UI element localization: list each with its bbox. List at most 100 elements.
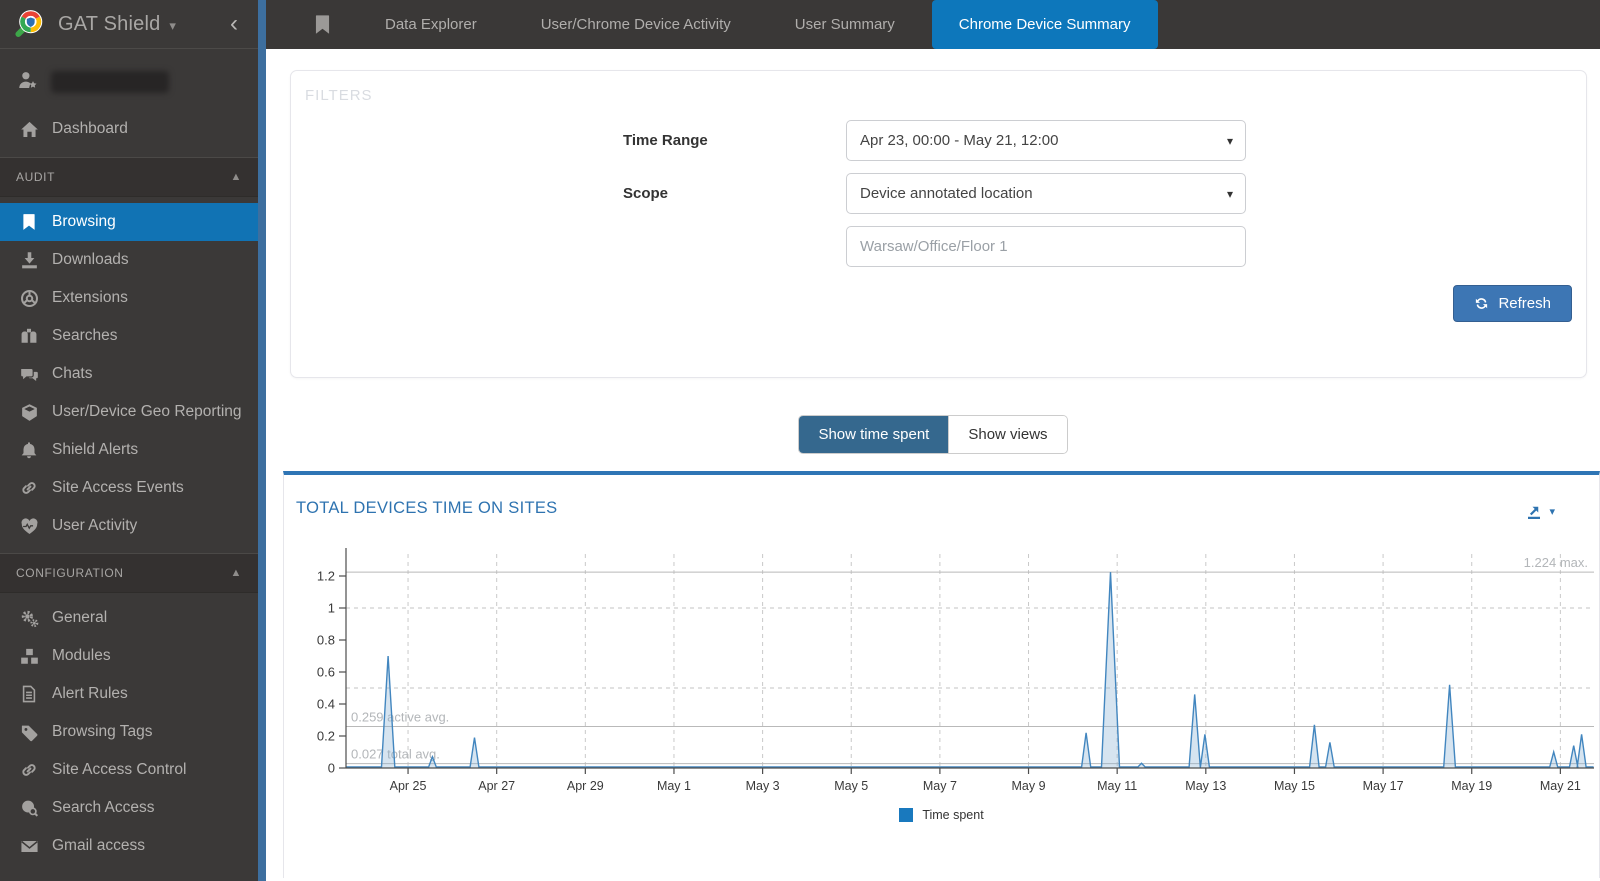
- svg-text:May 13: May 13: [1185, 779, 1226, 793]
- nav-tabs: Data Explorer User/Chrome Device Activity…: [358, 0, 1158, 49]
- sidebar-item-label: Dashboard: [52, 120, 128, 137]
- time-range-label: Time Range: [623, 132, 708, 149]
- tab-data-explorer[interactable]: Data Explorer: [358, 0, 504, 49]
- sidebar-item-label: Browsing Tags: [52, 723, 153, 740]
- time-on-sites-chart: Apr 25 Apr 27 Apr 29 May 1 May 3 May 5 May 7 Ma…: [317, 548, 1594, 793]
- binoculars-icon: [18, 326, 40, 346]
- location-input[interactable]: [846, 226, 1246, 267]
- sidebar-collapse-icon[interactable]: ‹: [224, 12, 244, 36]
- cubes-icon: [18, 646, 40, 666]
- sidebar-item-shield-alerts[interactable]: Shield Alerts: [0, 431, 258, 469]
- scope-select[interactable]: Device annotated location ▾: [846, 173, 1246, 214]
- section-label: CONFIGURATION: [16, 566, 124, 580]
- accent-strip: [258, 0, 266, 881]
- gat-shield-logo-icon: [14, 9, 44, 39]
- bookmark-icon: [18, 212, 40, 232]
- brand-title[interactable]: GAT Shield: [58, 13, 160, 36]
- sidebar-item-site-access-control[interactable]: Site Access Control: [0, 751, 258, 789]
- sidebar-item-label: Gmail access: [52, 837, 146, 854]
- sidebar-item-user-device-geo-reporting[interactable]: User/Device Geo Reporting: [0, 393, 258, 431]
- sidebar-item-label: Alert Rules: [52, 685, 128, 702]
- chrome-icon: [18, 288, 40, 308]
- scope-value: Device annotated location: [860, 185, 1033, 202]
- time-range-row: Time Range Apr 23, 00:00 - May 21, 12:00…: [305, 120, 1572, 161]
- refresh-label: Refresh: [1498, 295, 1551, 312]
- svg-text:May 11: May 11: [1097, 779, 1137, 793]
- search-globe-icon: [18, 798, 40, 818]
- tab-user-chrome-device-activity[interactable]: User/Chrome Device Activity: [514, 0, 758, 49]
- sidebar-item-label: Searches: [52, 327, 118, 344]
- svg-text:Apr 27: Apr 27: [478, 779, 515, 793]
- sidebar-item-gmail-access[interactable]: Gmail access: [0, 827, 258, 865]
- chevron-down-icon: ▾: [1226, 133, 1233, 148]
- sidebar: GAT Shield ▾ ‹ Dashboard AUDIT ▲ Browsin…: [0, 0, 258, 881]
- sidebar-item-label: Shield Alerts: [52, 441, 139, 458]
- sidebar-item-browsing-tags[interactable]: Browsing Tags: [0, 713, 258, 751]
- heartbeat-icon: [18, 516, 40, 536]
- gears-icon: [18, 608, 40, 628]
- sidebar-item-label: Browsing: [52, 213, 116, 230]
- sidebar-item-label: User/Device Geo Reporting: [52, 403, 242, 420]
- refresh-row: Refresh: [305, 285, 1572, 322]
- filters-panel: FILTERS Time Range Apr 23, 00:00 - May 2…: [290, 70, 1587, 378]
- sidebar-item-dashboard[interactable]: Dashboard: [0, 109, 258, 149]
- tag-icon: [18, 722, 40, 742]
- sidebar-section-audit[interactable]: AUDIT ▲: [0, 157, 258, 197]
- sidebar-item-downloads[interactable]: Downloads: [0, 241, 258, 279]
- tab-user-summary[interactable]: User Summary: [768, 0, 922, 49]
- sidebar-item-modules[interactable]: Modules: [0, 637, 258, 675]
- legend-swatch: [899, 808, 914, 822]
- sidebar-item-site-access-events[interactable]: Site Access Events: [0, 469, 258, 507]
- main-content: Data Explorer User/Chrome Device Activity…: [266, 0, 1600, 881]
- export-icon: [1528, 506, 1541, 519]
- sidebar-section-configuration[interactable]: CONFIGURATION ▲: [0, 553, 258, 593]
- sidebar-item-extensions[interactable]: Extensions: [0, 279, 258, 317]
- sidebar-item-label: Site Access Control: [52, 761, 187, 778]
- section-label: AUDIT: [16, 170, 55, 184]
- sidebar-item-label: Downloads: [52, 251, 129, 268]
- sidebar-item-label: User Activity: [52, 517, 138, 534]
- sidebar-item-alert-rules[interactable]: Alert Rules: [0, 675, 258, 713]
- svg-text:May 17: May 17: [1363, 779, 1404, 793]
- sidebar-item-browsing[interactable]: Browsing: [0, 203, 258, 241]
- user-star-icon: [18, 70, 40, 95]
- show-views-button[interactable]: Show views: [948, 416, 1067, 453]
- sidebar-item-general[interactable]: General: [0, 599, 258, 637]
- chevron-down-icon: ▾: [1226, 186, 1233, 201]
- sidebar-item-label: Extensions: [52, 289, 128, 306]
- svg-text:0.027 total avg.: 0.027 total avg.: [351, 747, 440, 762]
- svg-text:May 15: May 15: [1274, 779, 1315, 793]
- configuration-items: General Modules Alert Rules Browsing Tags Si…: [0, 593, 258, 869]
- audit-items: Browsing Downloads Extensions Searches Chats…: [0, 197, 258, 549]
- svg-text:1.2: 1.2: [317, 569, 335, 584]
- time-range-select[interactable]: Apr 23, 00:00 - May 21, 12:00 ▾: [846, 120, 1246, 161]
- brand-caret-down-icon[interactable]: ▾: [169, 18, 176, 34]
- svg-text:1: 1: [328, 601, 335, 616]
- sidebar-item-searches[interactable]: Searches: [0, 317, 258, 355]
- chart-legend: Time spent: [284, 808, 1599, 822]
- svg-text:May 9: May 9: [1012, 779, 1046, 793]
- tab-chrome-device-summary[interactable]: Chrome Device Summary: [931, 0, 1158, 49]
- filters-title: FILTERS: [305, 87, 373, 104]
- sidebar-item-label: Site Access Events: [52, 479, 184, 496]
- view-toggle-wrap: Show time spent Show views: [266, 415, 1600, 454]
- sidebar-item-search-access[interactable]: Search Access: [0, 789, 258, 827]
- svg-text:Apr 25: Apr 25: [390, 779, 427, 793]
- svg-text:0.6: 0.6: [317, 665, 335, 680]
- link-icon: [18, 760, 40, 780]
- time-range-value: Apr 23, 00:00 - May 21, 12:00: [860, 132, 1059, 149]
- envelope-icon: [18, 836, 40, 856]
- show-time-spent-button[interactable]: Show time spent: [799, 416, 949, 453]
- svg-text:May 21: May 21: [1540, 779, 1581, 793]
- sidebar-item-user-activity[interactable]: User Activity: [0, 507, 258, 545]
- bookmark-icon[interactable]: [312, 0, 334, 49]
- export-menu[interactable]: ▾: [1524, 501, 1555, 521]
- sidebar-item-label: Modules: [52, 647, 111, 664]
- sidebar-item-chats[interactable]: Chats: [0, 355, 258, 393]
- svg-text:May 7: May 7: [923, 779, 957, 793]
- legend-label: Time spent: [922, 808, 984, 822]
- user-row[interactable]: [0, 61, 258, 103]
- scope-row: Scope Device annotated location ▾: [305, 173, 1572, 214]
- svg-text:0.4: 0.4: [317, 697, 335, 712]
- refresh-button[interactable]: Refresh: [1453, 285, 1572, 322]
